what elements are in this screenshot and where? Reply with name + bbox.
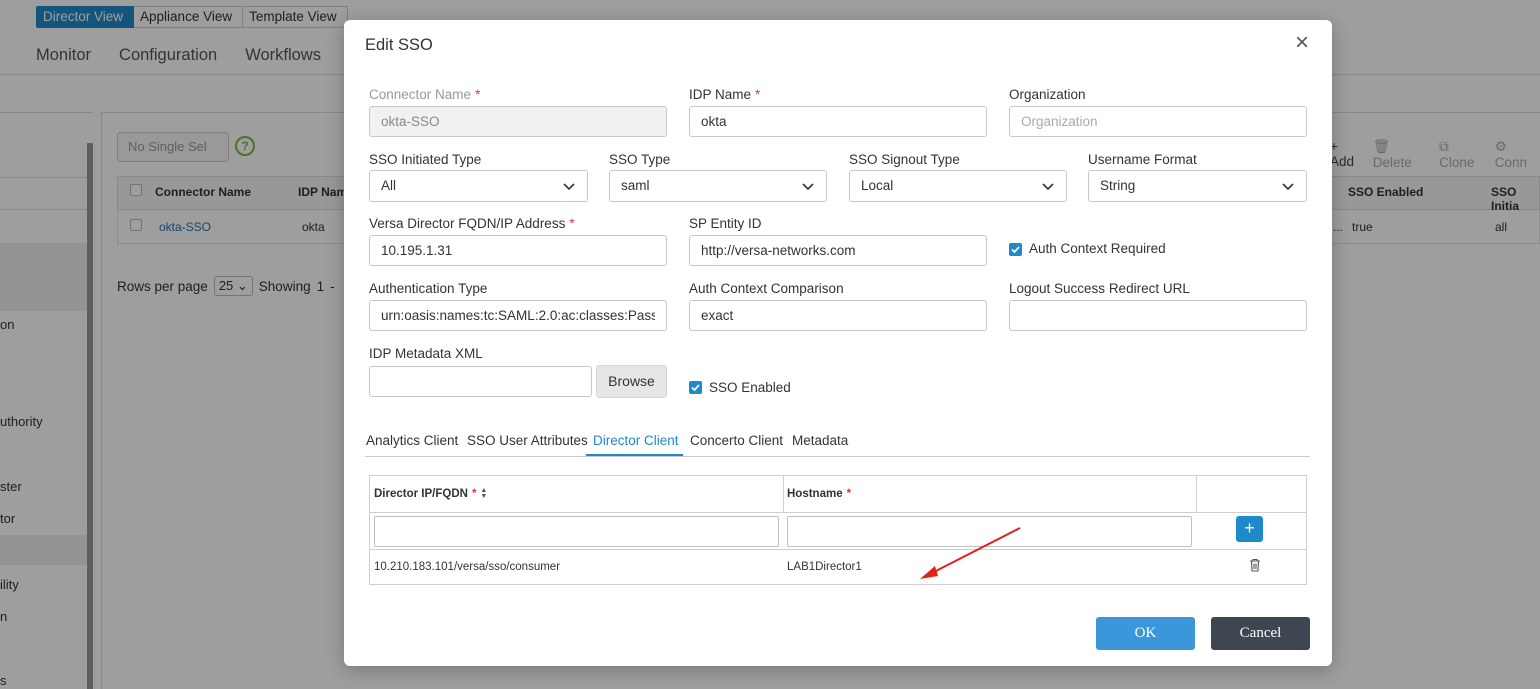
required-mark: * bbox=[569, 216, 575, 231]
organization-label: Organization bbox=[1009, 87, 1086, 102]
authentication-type-label: Authentication Type bbox=[369, 281, 488, 296]
director-fqdn-field[interactable] bbox=[369, 235, 667, 266]
required-mark: * bbox=[846, 488, 852, 500]
authentication-type-field[interactable] bbox=[369, 300, 667, 331]
trash-icon[interactable] bbox=[1249, 558, 1261, 572]
idp-metadata-xml-field[interactable] bbox=[369, 366, 592, 397]
required-mark: * bbox=[755, 87, 761, 102]
chevron-down-icon bbox=[1042, 183, 1054, 191]
sso-enabled-label: SSO Enabled bbox=[709, 380, 791, 395]
tab-analytics-client[interactable]: Analytics Client bbox=[366, 433, 458, 448]
sso-initiated-type-select[interactable]: All bbox=[369, 170, 588, 202]
username-format-value: String bbox=[1100, 178, 1136, 193]
column-divider bbox=[1196, 476, 1197, 513]
logout-redirect-field[interactable] bbox=[1009, 300, 1307, 331]
sso-type-select[interactable]: saml bbox=[609, 170, 827, 202]
connector-name-label-text: Connector Name bbox=[369, 87, 472, 102]
cancel-button[interactable]: Cancel bbox=[1211, 617, 1310, 650]
director-client-table: Director IP/FQDN * ▲ ▼ Hostname * + 10.210.1… bbox=[369, 475, 1307, 585]
check-icon bbox=[691, 384, 700, 392]
idp-name-label-text: IDP Name bbox=[689, 87, 752, 102]
column-hostname-label: Hostname bbox=[787, 488, 843, 500]
idp-metadata-xml-label: IDP Metadata XML bbox=[369, 346, 483, 361]
ok-button[interactable]: OK bbox=[1096, 617, 1195, 650]
tab-concerto-client[interactable]: Concerto Client bbox=[690, 433, 783, 448]
connector-name-field[interactable] bbox=[369, 106, 667, 137]
sso-enabled-checkbox[interactable] bbox=[689, 381, 702, 394]
logout-redirect-label: Logout Success Redirect URL bbox=[1009, 281, 1190, 296]
director-fqdn-label: Versa Director FQDN/IP Address * bbox=[369, 216, 575, 231]
sp-entity-id-label: SP Entity ID bbox=[689, 216, 762, 231]
director-fqdn-label-text: Versa Director FQDN/IP Address bbox=[369, 216, 566, 231]
idp-name-label: IDP Name * bbox=[689, 87, 760, 102]
auth-context-required-label: Auth Context Required bbox=[1029, 241, 1166, 256]
connector-name-label: Connector Name * bbox=[369, 87, 480, 102]
sso-type-value: saml bbox=[621, 178, 650, 193]
close-icon[interactable]: × bbox=[1292, 31, 1312, 55]
column-director-ip-label: Director IP/FQDN bbox=[374, 488, 468, 501]
sso-signout-type-label: SSO Signout Type bbox=[849, 152, 960, 167]
auth-context-comparison-label: Auth Context Comparison bbox=[689, 281, 844, 296]
idp-name-field[interactable] bbox=[689, 106, 987, 137]
required-mark: * bbox=[471, 488, 477, 501]
tab-director-client[interactable]: Director Client bbox=[593, 433, 679, 448]
table-header: Director IP/FQDN * ▲ ▼ Hostname * bbox=[370, 476, 1306, 513]
tab-metadata[interactable]: Metadata bbox=[792, 433, 848, 448]
sso-initiated-type-value: All bbox=[381, 178, 397, 193]
auth-context-comparison-field[interactable] bbox=[689, 300, 987, 331]
required-mark: * bbox=[475, 87, 481, 102]
chevron-down-icon bbox=[802, 183, 814, 191]
username-format-label: Username Format bbox=[1088, 152, 1197, 167]
browse-button[interactable]: Browse bbox=[596, 365, 667, 398]
tab-sso-user-attributes[interactable]: SSO User Attributes bbox=[467, 433, 588, 448]
edit-sso-dialog: Edit SSO × Connector Name* IDP Name* Org… bbox=[344, 20, 1332, 666]
hostname-cell: LAB1Director1 bbox=[787, 561, 862, 573]
dialog-title: Edit SSO bbox=[365, 36, 433, 54]
chevron-down-icon bbox=[1282, 183, 1294, 191]
client-tabs: Analytics Client SSO User Attributes Dir… bbox=[365, 430, 1310, 457]
username-format-select[interactable]: String bbox=[1088, 170, 1307, 202]
sso-type-label: SSO Type bbox=[609, 152, 671, 167]
sso-initiated-type-label: SSO Initiated Type bbox=[369, 152, 482, 167]
sso-signout-type-select[interactable]: Local bbox=[849, 170, 1067, 202]
chevron-down-icon bbox=[563, 183, 575, 191]
organization-field[interactable] bbox=[1009, 106, 1307, 137]
column-hostname[interactable]: Hostname * bbox=[787, 488, 851, 500]
director-ip-cell: 10.210.183.101/versa/sso/consumer bbox=[374, 561, 561, 573]
new-row-inputs: + bbox=[370, 513, 1306, 550]
auth-context-required-checkbox[interactable] bbox=[1009, 243, 1022, 256]
check-icon bbox=[1011, 246, 1020, 254]
new-director-ip-input[interactable] bbox=[374, 516, 779, 547]
sp-entity-id-field[interactable] bbox=[689, 235, 987, 266]
sso-signout-type-value: Local bbox=[861, 178, 894, 193]
column-divider bbox=[783, 476, 784, 513]
add-row-button[interactable]: + bbox=[1236, 516, 1263, 542]
sort-icon[interactable]: ▲ ▼ bbox=[480, 487, 487, 500]
column-director-ip[interactable]: Director IP/FQDN * ▲ ▼ bbox=[374, 487, 487, 501]
annotation-arrow-icon bbox=[920, 527, 1021, 579]
active-tab-indicator bbox=[586, 454, 683, 456]
